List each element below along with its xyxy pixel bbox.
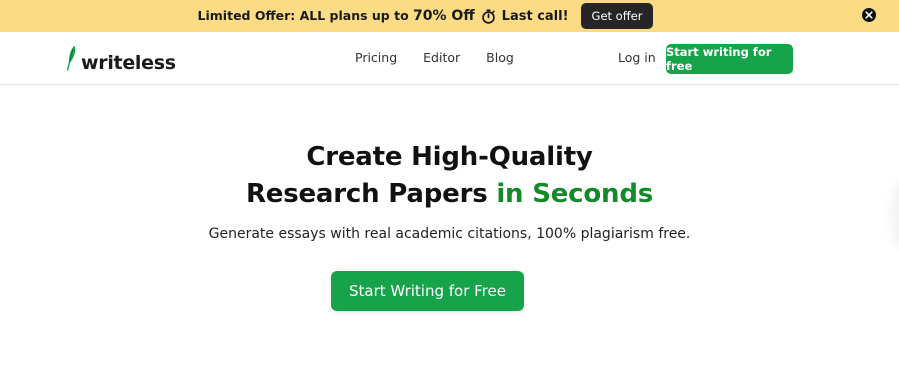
nav-link-blog[interactable]: Blog [486,50,514,65]
hero-title-main: Research Papers [245,179,497,209]
stopwatch-icon [481,8,496,24]
hero-title: Create High-Quality Research Papers in S… [0,139,899,213]
login-link[interactable]: Log in [618,50,656,65]
hero-start-writing-button[interactable]: Start Writing for Free [331,271,524,311]
promo-banner: Limited Offer: ALL plans up to 70% Off L… [0,0,899,32]
promo-text: Limited Offer: ALL plans up to 70% Off [198,8,475,24]
hero-title-line1: Create High-Quality [306,142,593,172]
hero-subtitle: Generate essays with real academic citat… [208,226,691,242]
promo-content: Limited Offer: ALL plans up to 70% Off L… [198,3,654,29]
promo-suffix: Last call! [501,8,569,24]
close-icon[interactable] [862,8,876,22]
hero-title-line2: Research Papers in Seconds [0,176,899,213]
logo-text: writeless [81,52,176,74]
navbar: writeless Pricing Editor Blog Log in Sta… [0,32,899,85]
get-offer-button[interactable]: Get offer [580,3,654,29]
nav-link-pricing[interactable]: Pricing [355,50,397,65]
nav-start-writing-button[interactable]: Start writing for free [666,44,793,74]
promo-highlight: 70% Off [413,8,475,24]
logo[interactable]: writeless [66,45,176,75]
nav-links: Pricing Editor Blog [355,50,514,65]
hero-title-accent: in Seconds [496,179,654,209]
nav-link-editor[interactable]: Editor [423,50,460,65]
quill-logo-icon [66,45,77,75]
promo-prefix: Limited Offer: ALL plans up to [197,8,414,23]
